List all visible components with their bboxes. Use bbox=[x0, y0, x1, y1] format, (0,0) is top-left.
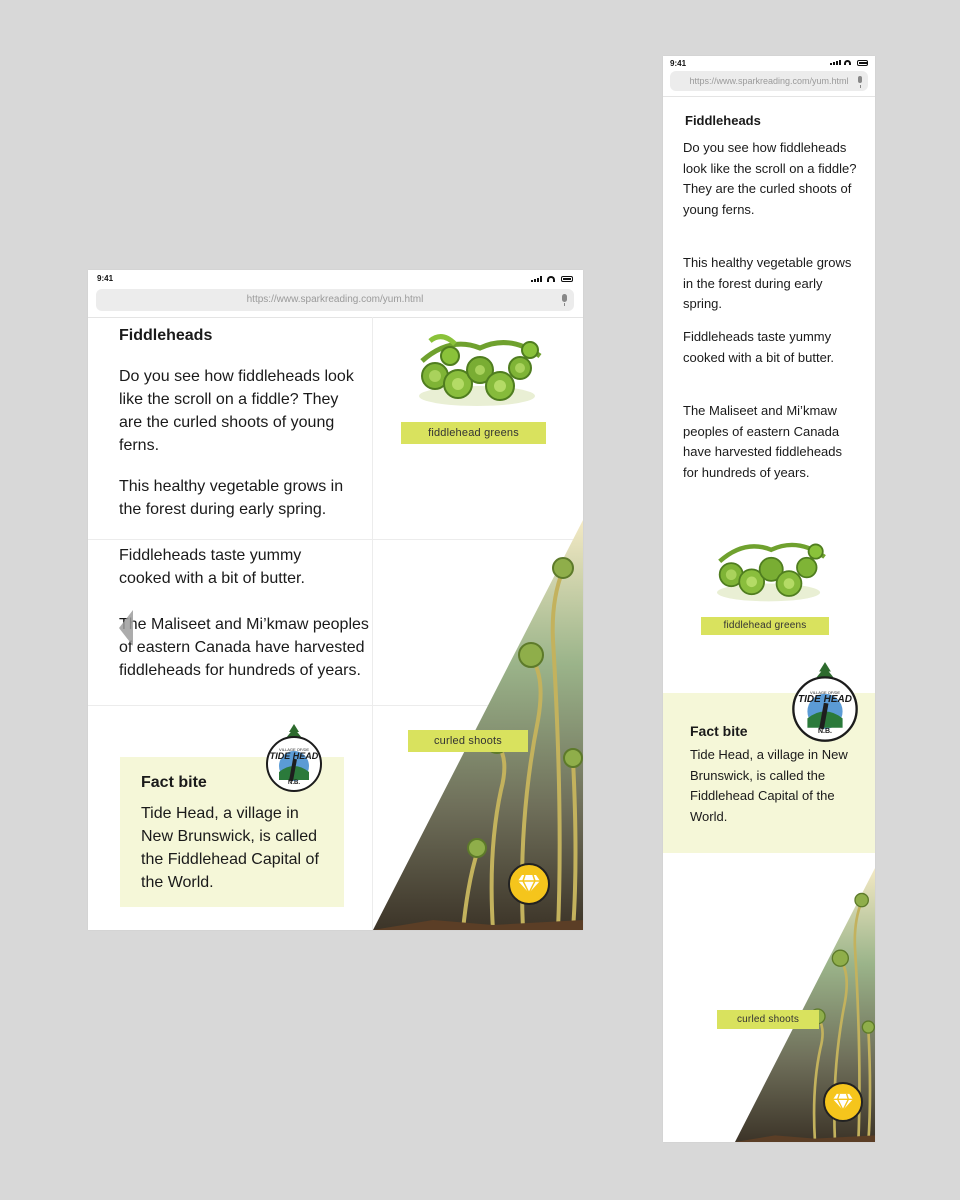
tide-head-logo: VILLAGE OF/DE TIDE HEAD N.B. bbox=[791, 662, 859, 742]
logo-main-text: TIDE HEAD bbox=[798, 694, 852, 705]
logo-bottom-text: N.B. bbox=[818, 728, 832, 735]
logo-bottom-text: N.B. bbox=[288, 780, 300, 786]
fiddlehead-greens-image bbox=[419, 334, 542, 406]
fact-body: Tide Head, a village in New Brunswick, i… bbox=[690, 747, 848, 824]
toolbar-divider bbox=[663, 96, 875, 97]
fact-title: Fact bite bbox=[141, 774, 207, 791]
gem-button[interactable] bbox=[508, 863, 550, 905]
paragraph-4: The Maliseet and Mi’kmaw peoples of east… bbox=[119, 616, 369, 679]
cellular-signal-icon bbox=[830, 60, 841, 65]
url-bar[interactable]: https://www.sparkreading.com/yum.html bbox=[96, 289, 574, 311]
gem-button[interactable] bbox=[823, 1082, 863, 1122]
mic-icon[interactable] bbox=[858, 76, 862, 88]
gem-icon bbox=[833, 1093, 853, 1111]
fiddlehead-greens-label: fiddlehead greens bbox=[701, 617, 829, 635]
toolbar-divider bbox=[88, 317, 583, 318]
paragraph-2: This healthy vegetable grows in the fore… bbox=[683, 255, 852, 311]
tide-head-logo: VILLAGE OF/DE TIDE HEAD N.B. bbox=[265, 724, 323, 792]
paragraph-3: Fiddleheads taste yummy cooked with a bi… bbox=[683, 329, 835, 365]
mic-icon[interactable] bbox=[562, 294, 567, 306]
paragraph-1: Do you see how fiddleheads look like the… bbox=[119, 368, 354, 454]
url-bar[interactable]: https://www.sparkreading.com/yum.html bbox=[670, 71, 868, 91]
url-text: https://www.sparkreading.com/yum.html bbox=[689, 76, 849, 86]
battery-icon bbox=[857, 60, 868, 66]
paragraph-3: Fiddleheads taste yummy cooked with a bi… bbox=[119, 547, 305, 587]
gem-icon bbox=[518, 874, 540, 894]
curled-shoots-label: curled shoots bbox=[408, 730, 528, 752]
phone-screen: 9:41 https://www.sparkreading.com/yum.ht… bbox=[663, 56, 875, 1142]
wifi-icon bbox=[844, 60, 851, 65]
article-title: Fiddleheads bbox=[685, 113, 761, 128]
fiddlehead-greens-label: fiddlehead greens bbox=[401, 422, 546, 444]
paragraph-1: Do you see how fiddleheads look like the… bbox=[683, 140, 857, 217]
logo-main-text: TIDE HEAD bbox=[269, 751, 319, 761]
paragraph-4: The Maliseet and Mi’kmaw peoples of east… bbox=[683, 403, 843, 480]
wifi-icon bbox=[547, 276, 555, 282]
tablet-screen: 9:41 https://www.sparkreading.com/yum.ht… bbox=[88, 270, 583, 930]
fact-body: Tide Head, a village in New Brunswick, i… bbox=[141, 805, 319, 891]
chevron-left-icon[interactable] bbox=[119, 610, 133, 646]
paragraph-2: This healthy vegetable grows in the fore… bbox=[119, 478, 344, 518]
fiddlehead-greens-image bbox=[717, 542, 826, 602]
article-title: Fiddleheads bbox=[119, 327, 213, 344]
curled-shoots-image bbox=[373, 520, 583, 930]
url-text: https://www.sparkreading.com/yum.html bbox=[246, 294, 424, 305]
curled-shoots-label: curled shoots bbox=[717, 1010, 819, 1029]
cellular-signal-icon bbox=[531, 276, 542, 282]
status-time: 9:41 bbox=[97, 274, 114, 283]
status-time: 9:41 bbox=[670, 59, 687, 68]
fact-title: Fact bite bbox=[690, 723, 748, 739]
battery-icon bbox=[561, 276, 573, 282]
